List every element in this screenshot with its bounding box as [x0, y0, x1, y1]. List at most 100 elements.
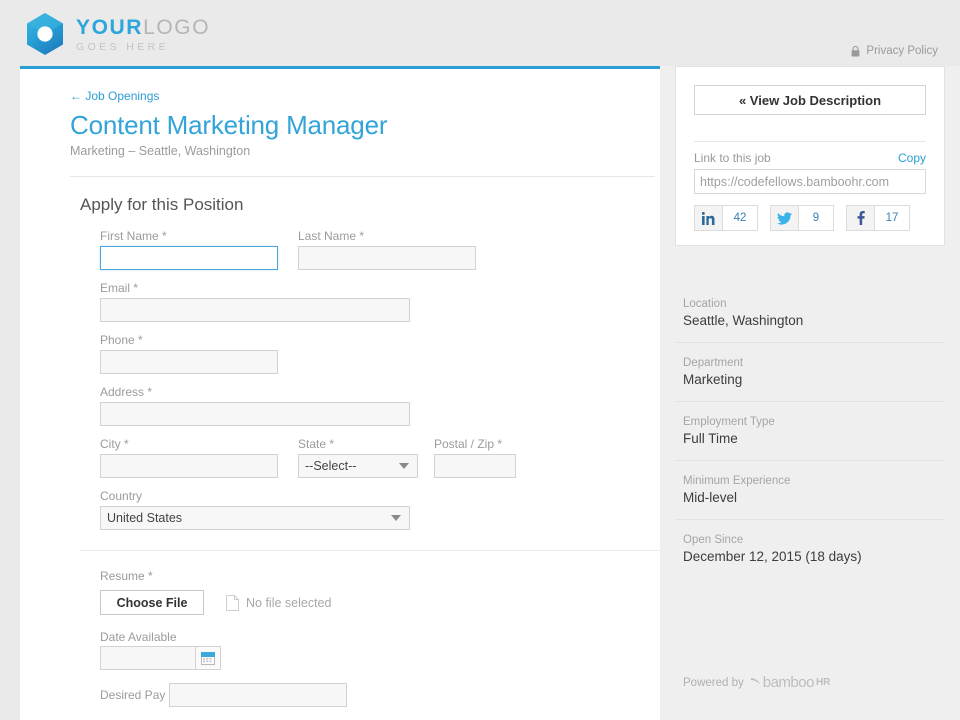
- required-marker: *: [147, 385, 153, 399]
- name-row: First Name * Last Name *: [100, 229, 632, 270]
- address-label: Address *: [100, 385, 153, 399]
- detail-label: Location: [683, 298, 727, 310]
- chevron-down-icon: [391, 515, 401, 521]
- city-state-postal-row: City * State * --Select-- Postal / Zip *: [100, 437, 632, 478]
- required-marker: *: [133, 281, 139, 295]
- view-job-description-button[interactable]: « View Job Description: [694, 85, 926, 115]
- desired-pay-input[interactable]: [168, 683, 347, 707]
- bamboo-leaf-icon: [750, 677, 761, 688]
- required-marker: *: [162, 229, 167, 243]
- site-logo[interactable]: YOURLOGO GOES HERE: [26, 13, 210, 55]
- date-available-input[interactable]: [100, 646, 196, 670]
- logo-text-primary: YOUR: [76, 16, 144, 40]
- job-url-input[interactable]: [694, 169, 926, 194]
- bamboohr-logo: bamboo HR: [750, 674, 831, 691]
- back-link-label: Job Openings: [85, 89, 160, 103]
- linkedin-share-button[interactable]: 42: [694, 205, 758, 231]
- link-to-job-label: Link to this job: [694, 151, 771, 165]
- state-select-value: --Select--: [305, 459, 357, 473]
- first-name-label: First Name *: [100, 229, 167, 243]
- bamboohr-suffix: HR: [815, 677, 831, 688]
- city-label: City *: [100, 437, 129, 451]
- postal-label: Postal / Zip *: [434, 437, 503, 451]
- required-marker: *: [497, 437, 503, 451]
- desired-pay-label: Desired Pay: [100, 688, 166, 702]
- resume-label: Resume *: [100, 569, 153, 583]
- required-marker: *: [329, 437, 335, 451]
- link-row: Link to this job Copy: [694, 151, 926, 165]
- last-name-field-group: Last Name *: [298, 229, 476, 270]
- chevron-down-icon: [399, 463, 409, 469]
- privacy-policy-label: Privacy Policy: [866, 45, 938, 57]
- detail-employment-type: Employment Type Full Time: [675, 402, 945, 461]
- powered-by-label: Powered by: [683, 676, 744, 689]
- linkedin-share-count: 42: [723, 206, 757, 230]
- email-row: Email *: [100, 281, 632, 322]
- country-field-group: Country United States: [100, 489, 410, 530]
- address-row: Address *: [100, 385, 632, 426]
- share-divider: [694, 141, 926, 142]
- detail-minimum-experience: Minimum Experience Mid-level: [675, 461, 945, 520]
- logo-text-secondary: LOGO: [143, 16, 211, 40]
- detail-value: December 12, 2015 (18 days): [683, 549, 862, 564]
- job-application-card: ← Job Openings Content Marketing Manager…: [20, 66, 660, 720]
- detail-label: Department: [683, 357, 744, 369]
- job-details-list: Location Seattle, Washington Department …: [675, 284, 945, 578]
- city-input[interactable]: [100, 454, 278, 478]
- header-divider: [70, 176, 655, 177]
- first-name-field-group: First Name *: [100, 229, 278, 270]
- back-to-job-openings-link[interactable]: ← Job Openings: [70, 89, 159, 103]
- email-field-group: Email *: [100, 281, 410, 322]
- detail-value: Full Time: [683, 431, 738, 446]
- postal-input[interactable]: [434, 454, 516, 478]
- apply-section-title: Apply for this Position: [80, 195, 244, 214]
- powered-by-bamboohr[interactable]: Powered by bamboo HR: [683, 674, 830, 691]
- twitter-icon: [771, 206, 799, 230]
- phone-label: Phone *: [100, 333, 143, 347]
- copy-link-button[interactable]: Copy: [898, 151, 926, 165]
- country-label: Country: [100, 489, 143, 503]
- document-icon: [226, 594, 239, 611]
- state-field-group: State * --Select--: [298, 437, 418, 478]
- file-status: No file selected: [226, 594, 331, 611]
- page-title: Content Marketing Manager: [70, 110, 388, 140]
- address-field-group: Address *: [100, 385, 410, 426]
- linkedin-icon: [695, 206, 723, 230]
- facebook-share-button[interactable]: 17: [846, 205, 910, 231]
- state-select[interactable]: --Select--: [298, 454, 418, 478]
- address-input[interactable]: [100, 402, 410, 426]
- job-sidebar: « View Job Description Link to this job …: [660, 66, 960, 720]
- calendar-button[interactable]: [196, 646, 221, 670]
- first-name-input[interactable]: [100, 246, 278, 270]
- email-input[interactable]: [100, 298, 410, 322]
- required-marker: *: [359, 229, 365, 243]
- calendar-icon: [201, 651, 215, 665]
- twitter-share-button[interactable]: 9: [770, 205, 834, 231]
- logo-wordmark: YOURLOGO GOES HERE: [76, 15, 210, 53]
- detail-open-since: Open Since December 12, 2015 (18 days): [675, 520, 945, 578]
- resume-field-group: Resume * Choose File No file selected: [100, 567, 632, 615]
- detail-value: Mid-level: [683, 490, 738, 505]
- privacy-policy-link[interactable]: Privacy Policy: [851, 45, 938, 57]
- choose-file-button[interactable]: Choose File: [100, 590, 204, 615]
- country-select[interactable]: United States: [100, 506, 410, 530]
- bamboohr-wordmark: bamboo: [762, 674, 815, 691]
- state-label: State *: [298, 437, 335, 451]
- city-field-group: City *: [100, 437, 278, 478]
- detail-department: Department Marketing: [675, 343, 945, 402]
- detail-value: Seattle, Washington: [683, 313, 804, 328]
- back-arrow-icon: ←: [70, 89, 82, 103]
- phone-row: Phone *: [100, 333, 632, 374]
- facebook-share-count: 17: [875, 206, 909, 230]
- detail-label: Employment Type: [683, 416, 775, 428]
- phone-input[interactable]: [100, 350, 278, 374]
- hexagon-logo-icon: [26, 13, 64, 55]
- date-picker: [100, 646, 632, 670]
- job-subtitle: Marketing – Seattle, Washington: [70, 144, 251, 158]
- facebook-icon: [847, 206, 875, 230]
- top-header-bar: YOURLOGO GOES HERE Privacy Policy: [0, 0, 960, 66]
- country-row: Country United States: [100, 489, 632, 530]
- last-name-input[interactable]: [298, 246, 476, 270]
